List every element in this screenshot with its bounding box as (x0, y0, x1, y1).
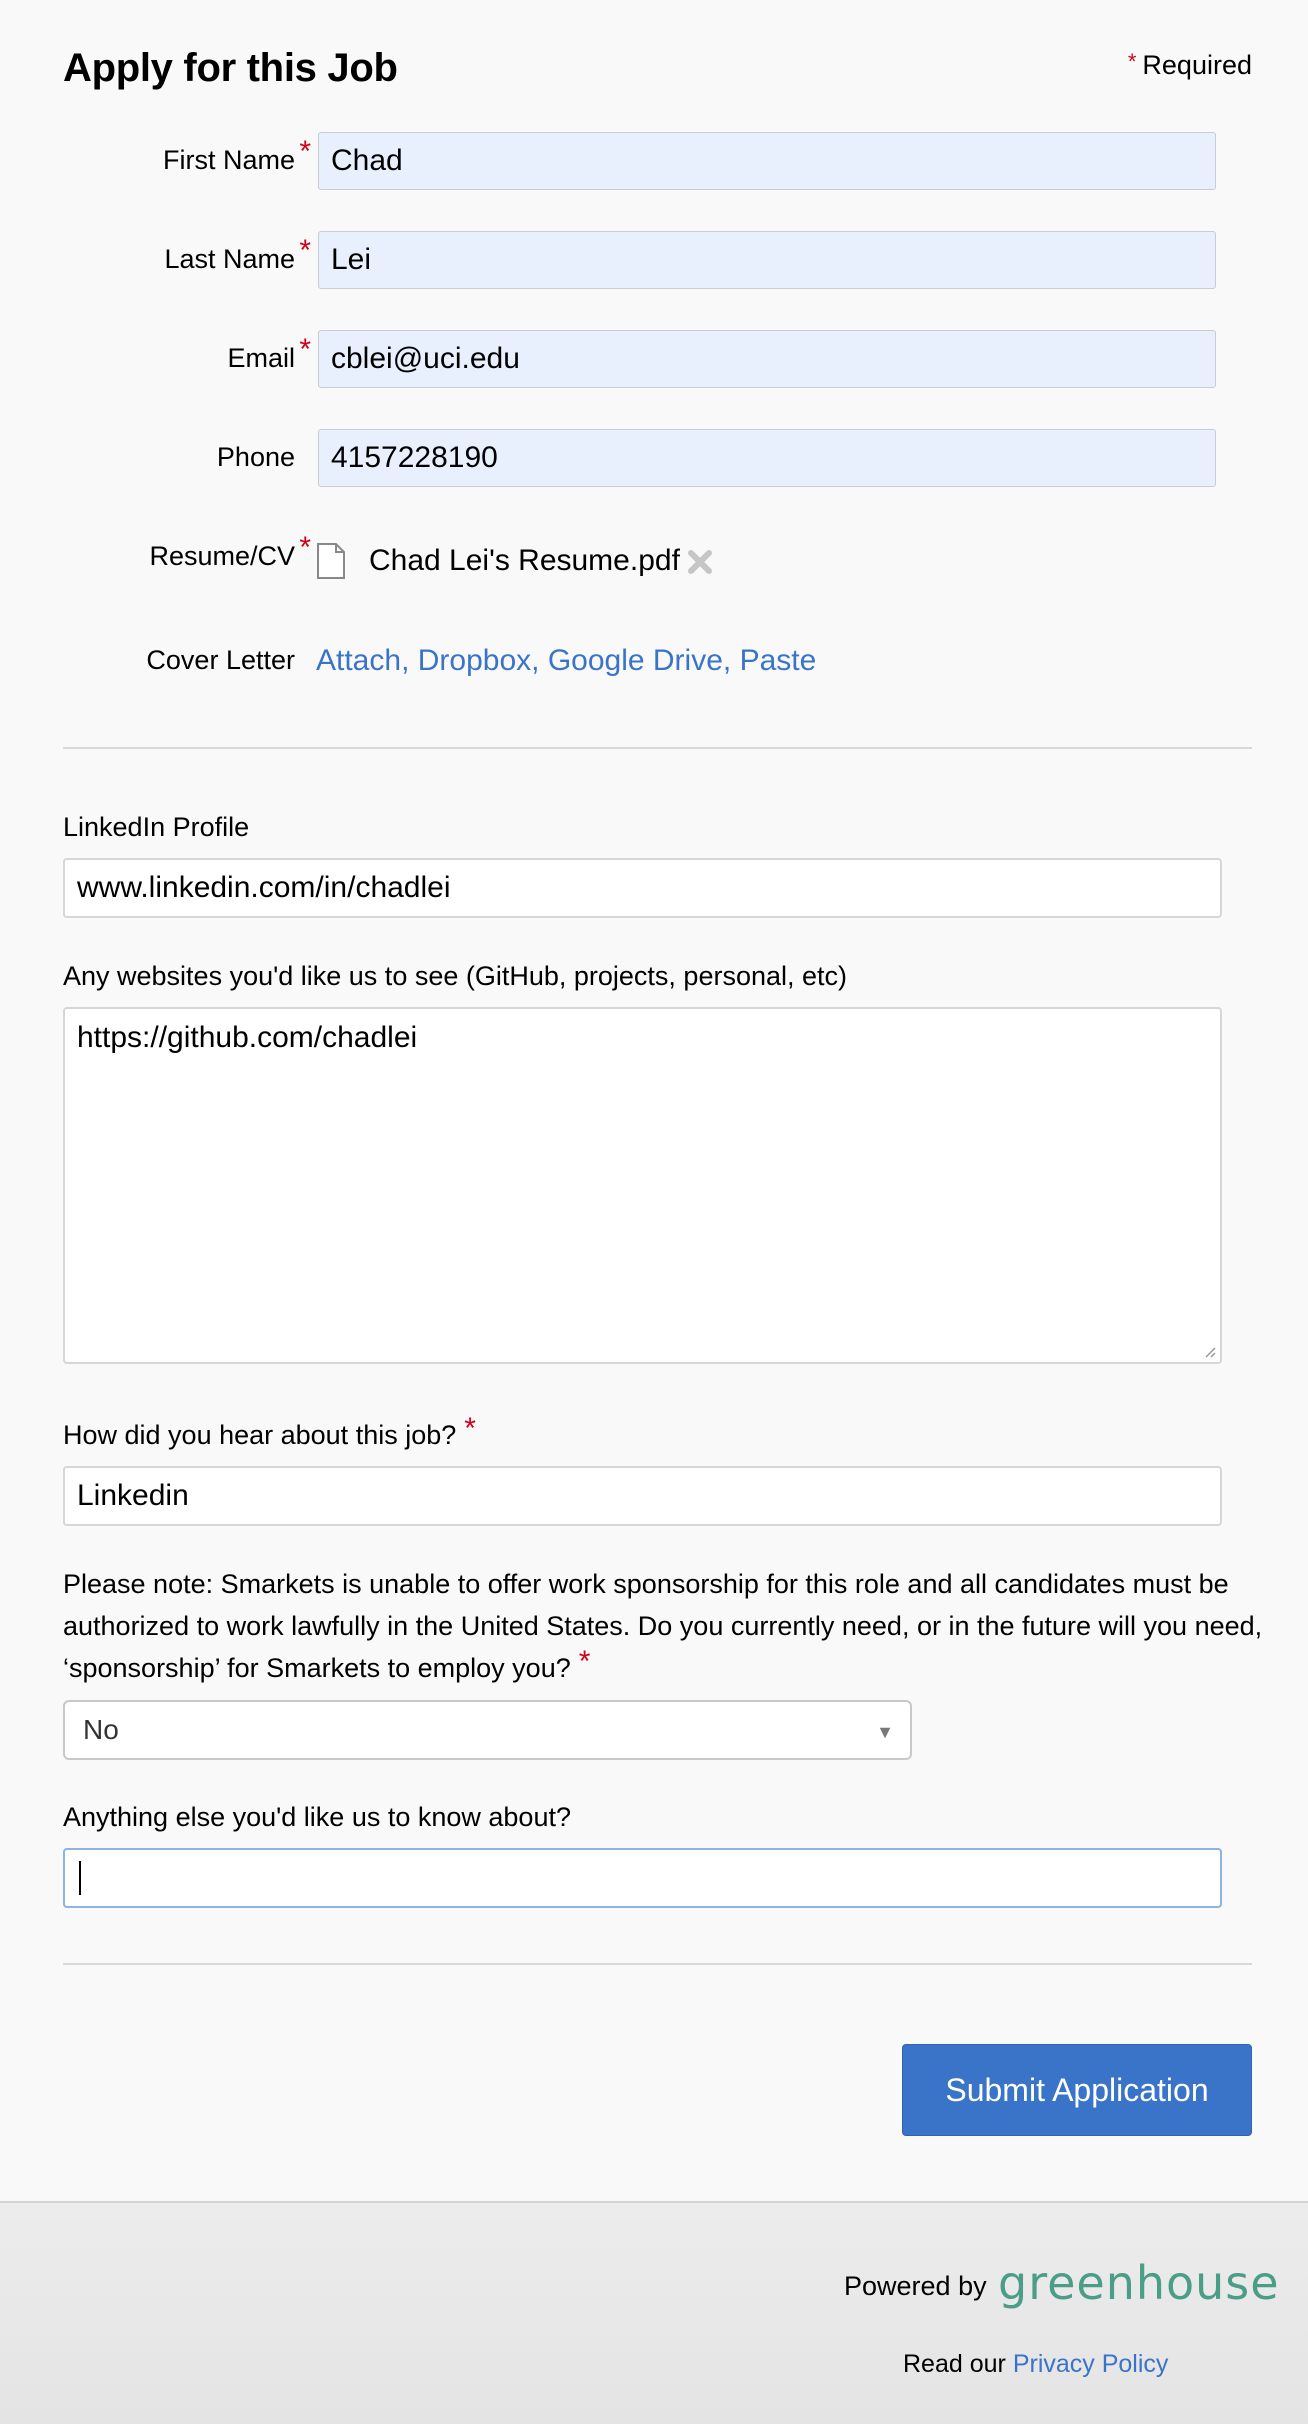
cover-letter-options: Attach, Dropbox, Google Drive, Paste (316, 644, 817, 677)
resume-label-text: Resume/CV (149, 541, 295, 571)
footer (0, 2201, 1308, 2424)
sponsorship-question: Please note: Smarkets is unable to offer… (63, 1563, 1263, 1689)
required-star: * (299, 234, 311, 267)
cover-letter-label-text: Cover Letter (146, 645, 295, 675)
email-label: Email * (0, 333, 311, 374)
hear-input[interactable]: Linkedin (63, 1466, 1222, 1526)
linkedin-input[interactable]: www.linkedin.com/in/chadlei (63, 858, 1222, 918)
hear-label-text: How did you hear about this job? (63, 1420, 457, 1450)
required-star: * (299, 531, 311, 564)
sponsorship-select[interactable]: No ▼ (63, 1700, 912, 1760)
sponsorship-label-text: Please note: Smarkets is unable to offer… (63, 1569, 1263, 1683)
privacy-note: Read our Privacy Policy (903, 2350, 1168, 2379)
read-our-text: Read our (903, 2350, 1006, 2378)
required-note: * Required (1127, 49, 1252, 81)
google-drive-link[interactable]: Google Drive (548, 644, 723, 677)
websites-label: Any websites you'd like us to see (GitHu… (63, 961, 848, 991)
email-input[interactable]: cblei@uci.edu (318, 330, 1216, 388)
attach-link[interactable]: Attach (316, 644, 401, 677)
hear-label: How did you hear about this job? * (63, 1412, 476, 1452)
text-caret (79, 1861, 81, 1895)
websites-textarea[interactable]: https://github.com/chadlei (63, 1007, 1222, 1364)
divider (63, 1963, 1252, 1965)
required-star: * (1127, 49, 1137, 74)
first-name-label-text: First Name (162, 145, 295, 175)
privacy-policy-link[interactable]: Privacy Policy (1013, 2350, 1169, 2378)
anything-else-label: Anything else you'd like us to know abou… (63, 1802, 571, 1832)
required-star: * (299, 333, 311, 366)
websites-value: https://github.com/chadlei (77, 1021, 418, 1054)
greenhouse-logo[interactable]: greenhouse (998, 2256, 1280, 2310)
close-icon[interactable] (686, 548, 714, 576)
submit-application-button[interactable]: Submit Application (902, 2044, 1252, 2136)
email-label-text: Email (227, 343, 295, 373)
sponsorship-selected: No (83, 1714, 119, 1745)
resize-grip-icon[interactable] (1200, 1342, 1216, 1358)
resume-file-name: Chad Lei's Resume.pdf (369, 544, 680, 577)
divider (63, 747, 1252, 749)
phone-label-text: Phone (216, 442, 295, 472)
chevron-down-icon: ▼ (876, 1722, 894, 1742)
phone-label: Phone (0, 442, 295, 473)
paste-link[interactable]: Paste (740, 644, 817, 677)
first-name-input[interactable]: Chad (318, 132, 1216, 190)
required-label: Required (1142, 50, 1252, 80)
anything-else-input[interactable] (63, 1848, 1222, 1908)
dropbox-link[interactable]: Dropbox (418, 644, 531, 677)
powered-by-text: Powered by (844, 2271, 987, 2301)
required-star: * (464, 1412, 476, 1445)
linkedin-label: LinkedIn Profile (63, 812, 250, 842)
phone-input[interactable]: 4157228190 (318, 429, 1216, 487)
file-icon (317, 543, 345, 579)
page-title: Apply for this Job (63, 46, 398, 90)
last-name-label: Last Name * (0, 234, 311, 275)
required-star: * (299, 135, 311, 168)
first-name-label: First Name * (0, 135, 311, 176)
cover-letter-label: Cover Letter (0, 645, 295, 676)
last-name-label-text: Last Name (164, 244, 295, 274)
last-name-input[interactable]: Lei (318, 231, 1216, 289)
required-star: * (578, 1645, 591, 1678)
resume-label: Resume/CV * (0, 531, 311, 572)
